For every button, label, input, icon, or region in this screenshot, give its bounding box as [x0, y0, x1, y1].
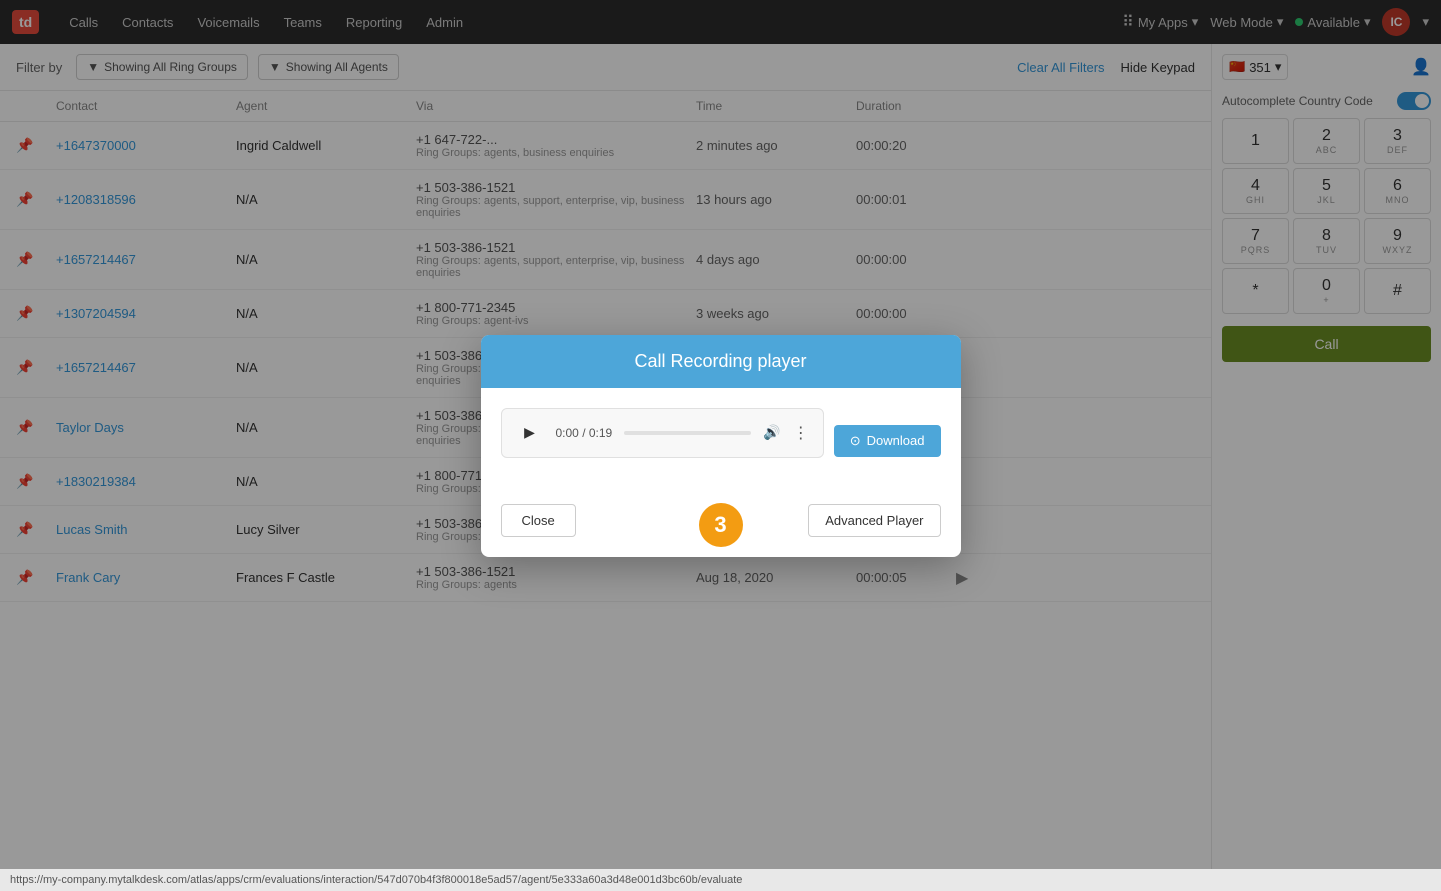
volume-icon[interactable]: 🔊 [763, 424, 780, 441]
modal-footer: Close 3 Advanced Player [481, 494, 961, 557]
audio-progress-bar[interactable] [624, 431, 751, 435]
modal-overlay: Call Recording player ▶ 0:00 / 0:19 🔊 ⋮ … [0, 0, 1441, 891]
advanced-player-button[interactable]: Advanced Player [808, 504, 940, 537]
download-icon: ⊙ [850, 433, 861, 449]
audio-player: ▶ 0:00 / 0:19 🔊 ⋮ [501, 408, 824, 458]
modal-header: Call Recording player [481, 335, 961, 388]
modal-title: Call Recording player [634, 351, 806, 371]
step-badge: 3 [699, 503, 743, 547]
audio-time-display: 0:00 / 0:19 [556, 426, 613, 440]
more-options-icon[interactable]: ⋮ [793, 423, 809, 443]
recording-player-modal: Call Recording player ▶ 0:00 / 0:19 🔊 ⋮ … [481, 335, 961, 557]
close-modal-button[interactable]: Close [501, 504, 576, 537]
status-bar: https://my-company.mytalkdesk.com/atlas/… [0, 869, 1441, 891]
download-button[interactable]: ⊙ Download [834, 425, 941, 457]
status-url: https://my-company.mytalkdesk.com/atlas/… [10, 874, 742, 886]
modal-body: ▶ 0:00 / 0:19 🔊 ⋮ ⊙ Download [481, 388, 961, 494]
audio-play-button[interactable]: ▶ [516, 419, 544, 447]
